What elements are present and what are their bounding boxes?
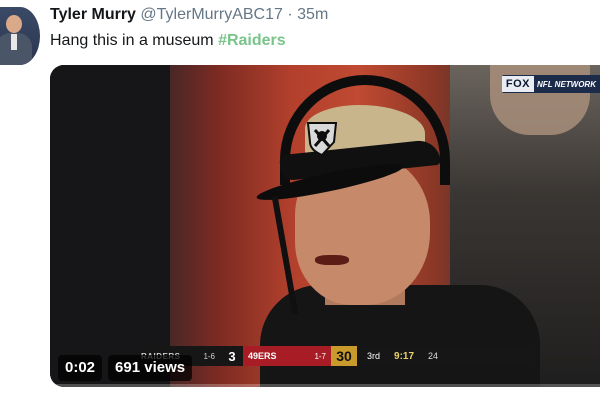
user-handle[interactable]: @TylerMurryABC17 xyxy=(140,6,283,23)
tweet-text: Hang this in a museum #Raiders xyxy=(50,32,286,50)
video-progress-fill xyxy=(50,384,56,387)
team1-score: 3 xyxy=(221,346,243,366)
background-person-left xyxy=(50,65,170,387)
team2-score: 30 xyxy=(331,346,357,366)
game-clock: 9:17 xyxy=(394,350,415,362)
quarter: 3rd xyxy=(367,351,381,361)
tweet-timestamp[interactable]: 35m xyxy=(297,6,328,23)
header-separator: · xyxy=(287,6,293,23)
team2-abbr: 49ERS xyxy=(248,351,277,361)
scorebug: RAIDERS 1-6 3 49ERS 1-7 30 3rd 9:17 24 xyxy=(135,346,535,366)
tweet-body: Hang this in a museum xyxy=(50,32,219,49)
hashtag-link[interactable]: #Raiders xyxy=(218,32,286,49)
scorebug-team2: 49ERS 1-7 xyxy=(243,346,331,366)
avatar-tie xyxy=(11,34,17,50)
team2-record: 1-7 xyxy=(314,351,326,361)
video-player[interactable]: FOX NFL NETWORK RAIDERS 1-6 3 49ERS 1-7 … xyxy=(50,65,600,387)
display-name[interactable]: Tyler Murry xyxy=(50,6,136,23)
raiders-shield-icon xyxy=(306,122,338,156)
video-progress-bar[interactable] xyxy=(50,384,600,387)
avatar[interactable] xyxy=(0,7,40,65)
network-logo: FOX NFL NETWORK xyxy=(501,75,600,93)
video-view-count: 691 views xyxy=(108,355,193,381)
scorebug-game-status: 3rd 9:17 24 xyxy=(357,346,535,366)
avatar-face xyxy=(6,15,22,33)
video-overlay: 0:02 691 views xyxy=(58,355,193,381)
tweet-header: Tyler Murry @TylerMurryABC17 · 35m xyxy=(50,6,590,28)
coach-mouth xyxy=(315,255,349,265)
network-secondary-logo: NFL NETWORK xyxy=(537,79,596,89)
team1-record: 1-6 xyxy=(203,351,215,361)
fox-logo: FOX xyxy=(501,76,535,92)
video-elapsed-time: 0:02 xyxy=(58,355,103,381)
play-clock: 24 xyxy=(428,351,439,361)
